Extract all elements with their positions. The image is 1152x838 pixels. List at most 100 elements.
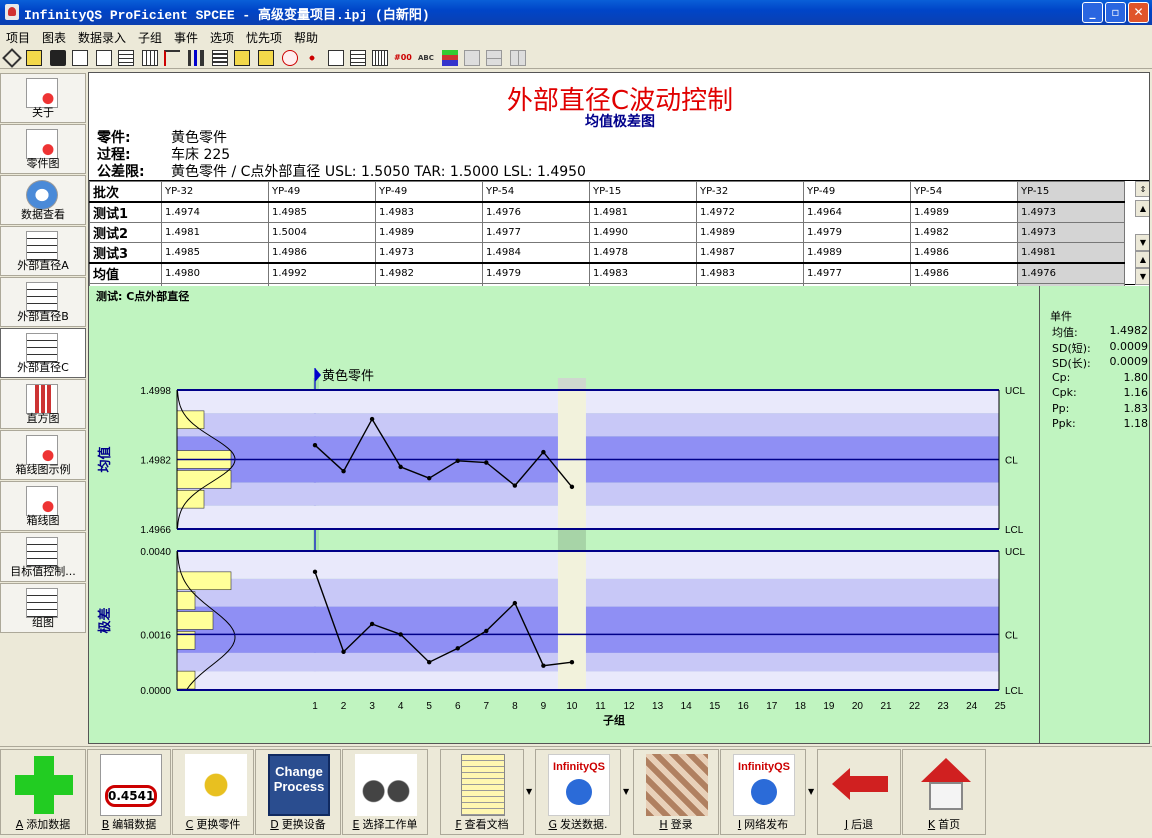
table-cell[interactable]: 1.4990 [589, 222, 697, 243]
stack-icon[interactable] [234, 50, 250, 66]
table-cell[interactable]: 1.4973 [375, 242, 483, 264]
list-icon[interactable] [212, 50, 228, 66]
save-icon[interactable] [50, 50, 66, 66]
table-cell[interactable]: 1.4979 [482, 262, 590, 284]
button-binoculars[interactable]: E 选择工作单 [342, 749, 428, 835]
table-cell[interactable]: 1.4983 [589, 262, 697, 284]
table-cell[interactable]: 1.4980 [161, 262, 269, 284]
table-cell[interactable]: 1.4976 [482, 201, 590, 223]
table-cell[interactable]: 1.4989 [375, 222, 483, 243]
scroll-up-icon[interactable]: ▲ [1135, 200, 1149, 217]
button-change-process[interactable]: Change Process D 更换设备 [255, 749, 341, 835]
sidebar-item-7[interactable]: 箱线图示例 [0, 430, 86, 480]
table-cell[interactable]: YP-49 [375, 181, 483, 203]
button-change-part[interactable]: C 更换零件 [172, 749, 254, 835]
button-login[interactable]: H 登录 [633, 749, 719, 835]
control-chart[interactable]: 黄色零件 1.4998 UCL 1.4982 CL 1.4966 LCL 均值 0.0040 UC… [89, 286, 1039, 744]
menu-help[interactable]: 帮助 [294, 29, 318, 46]
menu-options[interactable]: 选项 [210, 29, 234, 46]
table-cell[interactable]: 1.4974 [161, 201, 269, 223]
button-home[interactable]: K 首页 [902, 749, 986, 835]
sidebar-item-5[interactable]: 外部直径C [0, 328, 86, 378]
table-cell[interactable]: 1.4982 [375, 262, 483, 284]
restore-button[interactable]: ▫ [1105, 2, 1126, 23]
table-cell[interactable]: 1.4989 [803, 242, 911, 264]
button-add-data[interactable]: A 添加数据 [0, 749, 86, 835]
scatter-icon[interactable] [304, 50, 320, 66]
sidebar-item-9[interactable]: 目标值控制... [0, 532, 86, 582]
table-cell[interactable]: 1.4973 [1017, 222, 1125, 243]
table-cell[interactable]: 1.4986 [910, 242, 1018, 264]
target-icon[interactable] [282, 50, 298, 66]
print-preview-icon[interactable] [96, 50, 112, 66]
table-cell[interactable]: YP-49 [268, 181, 376, 203]
sidebar-item-4[interactable]: 外部直径B [0, 277, 86, 327]
table-cell[interactable]: 1.4985 [161, 242, 269, 264]
scroll-down-icon[interactable]: ▼ [1135, 234, 1149, 251]
scroll-up-icon[interactable]: ▲ [1135, 251, 1149, 268]
table-cell[interactable]: 1.4981 [161, 222, 269, 243]
table-cell[interactable]: 1.4983 [375, 201, 483, 223]
abc-icon[interactable]: ABC [418, 50, 440, 66]
table-cell[interactable]: YP-15 [1017, 181, 1125, 203]
calc-icon[interactable] [328, 50, 344, 66]
copy-icon[interactable] [464, 50, 480, 66]
sidebar-item-2[interactable]: 数据查看 [0, 175, 86, 225]
table-icon[interactable] [118, 50, 134, 66]
table-cell[interactable]: 1.4987 [696, 242, 804, 264]
tag-icon[interactable] [26, 50, 42, 66]
sidebar-item-10[interactable]: 组图 [0, 583, 86, 633]
table-cell[interactable]: YP-54 [910, 181, 1018, 203]
table-cell[interactable]: 1.4978 [589, 242, 697, 264]
table-cell[interactable]: 1.4985 [268, 201, 376, 223]
table-cell[interactable]: 1.4964 [803, 201, 911, 223]
split-v-icon[interactable] [510, 50, 526, 66]
table-cell[interactable]: YP-49 [803, 181, 911, 203]
table-cell[interactable]: YP-32 [161, 181, 269, 203]
table-cell[interactable]: 1.4981 [1017, 242, 1125, 264]
sidebar-item-8[interactable]: 箱线图 [0, 481, 86, 531]
table-cell[interactable]: 1.4989 [696, 222, 804, 243]
table-cell[interactable]: 1.4973 [1017, 201, 1125, 223]
scroll-spin-icon[interactable]: ⇕ [1135, 181, 1149, 197]
button-web-publish[interactable]: InfinityQS I 网络发布 [720, 749, 806, 835]
menu-event[interactable]: 事件 [174, 29, 198, 46]
minimize-button[interactable]: _ [1082, 2, 1103, 23]
chart-mini-icon[interactable] [442, 50, 458, 66]
sidebar-item-0[interactable]: 关于 [0, 73, 86, 123]
button-back-arrow[interactable]: J 后退 [817, 749, 901, 835]
menu-priorities[interactable]: 忧先项 [246, 29, 282, 46]
table-cell[interactable]: YP-32 [696, 181, 804, 203]
close-button[interactable]: ✕ [1128, 2, 1149, 23]
table-cell[interactable]: 1.4976 [1017, 262, 1125, 284]
histogram-icon[interactable] [188, 50, 204, 66]
scroll-down-icon[interactable]: ▼ [1135, 268, 1149, 285]
table-cell[interactable]: 1.4977 [803, 262, 911, 284]
table-cell[interactable]: 1.5004 [268, 222, 376, 243]
button-document[interactable]: F 查看文档 [440, 749, 524, 835]
menu-subgroup[interactable]: 子组 [138, 29, 162, 46]
button-send-data[interactable]: InfinityQS G 发送数据. [535, 749, 621, 835]
table2-icon[interactable] [350, 50, 366, 66]
film-icon[interactable] [258, 50, 274, 66]
table-cell[interactable]: 1.4989 [910, 201, 1018, 223]
table-cell[interactable]: 1.4986 [910, 262, 1018, 284]
rule-icon[interactable] [164, 50, 180, 66]
dropdown-arrow-icon[interactable]: ▼ [526, 787, 532, 796]
doc-icon[interactable] [372, 50, 388, 66]
table-cell[interactable]: 1.4983 [696, 262, 804, 284]
count-icon[interactable]: #00 [394, 50, 416, 66]
table-cell[interactable]: 1.4981 [589, 201, 697, 223]
menu-chart[interactable]: 图表 [42, 29, 66, 46]
sidebar-item-6[interactable]: 直方图 [0, 379, 86, 429]
grid-icon[interactable] [142, 50, 158, 66]
dropdown-arrow-icon[interactable]: ▼ [623, 787, 629, 796]
sidebar-item-1[interactable]: 零件图 [0, 124, 86, 174]
table-cell[interactable]: YP-54 [482, 181, 590, 203]
table-cell[interactable]: 1.4986 [268, 242, 376, 264]
table-cell[interactable]: 1.4982 [910, 222, 1018, 243]
split-h-icon[interactable] [486, 50, 502, 66]
table-cell[interactable]: YP-15 [589, 181, 697, 203]
button-edit-data[interactable]: 0.4541 B 编辑数据 [87, 749, 171, 835]
table-cell[interactable]: 1.4977 [482, 222, 590, 243]
